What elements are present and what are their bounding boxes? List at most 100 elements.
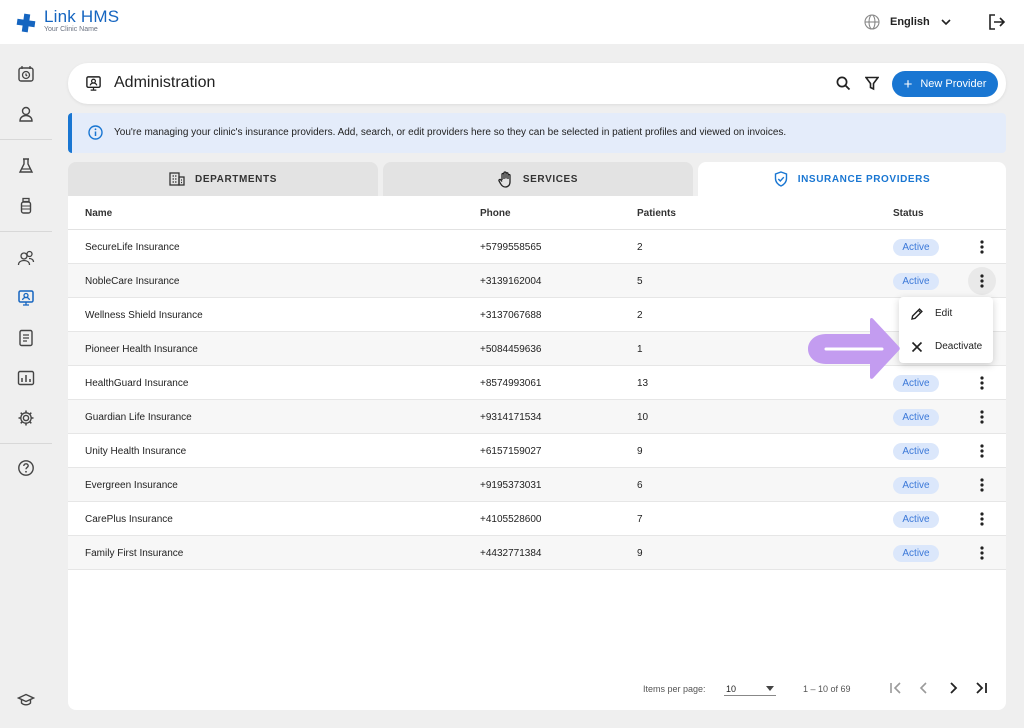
tab-departments[interactable]: DEPARTMENTS	[68, 162, 378, 196]
column-header-status[interactable]: Status	[893, 208, 924, 219]
chevron-right-icon	[950, 682, 958, 694]
pencil-icon	[911, 307, 923, 320]
pagination-range: 1 – 10 of 69	[803, 684, 851, 694]
table-row[interactable]: Unity Health Insurance +6157159027 9 Active	[68, 434, 1006, 468]
sidebar-divider	[0, 443, 52, 444]
items-per-page-value: 10	[726, 684, 737, 694]
tab-insurance-providers-label: INSURANCE PROVIDERS	[797, 173, 931, 185]
new-provider-label: New Provider	[920, 78, 987, 90]
info-banner-text: You're managing your clinic's insurance …	[114, 127, 787, 138]
close-x-icon	[911, 341, 923, 352]
items-per-page-select[interactable]: 10	[724, 680, 776, 696]
row-actions-button[interactable]	[968, 539, 996, 567]
sidebar-item-administration[interactable]	[8, 280, 44, 316]
cell-name: Unity Health Insurance	[85, 446, 187, 457]
more-vertical-icon	[980, 240, 984, 254]
cell-name: SecureLife Insurance	[85, 242, 180, 253]
sidebar-divider	[0, 231, 52, 232]
column-header-phone[interactable]: Phone	[480, 208, 511, 219]
sidebar-item-help[interactable]	[8, 450, 44, 486]
reports-chart-icon	[17, 370, 35, 386]
row-actions-button[interactable]	[968, 233, 996, 261]
building-icon	[169, 172, 185, 186]
help-icon	[18, 460, 34, 476]
cell-phone: +9314171534	[480, 412, 542, 423]
row-actions-button[interactable]	[968, 437, 996, 465]
sidebar-item-billing[interactable]	[8, 320, 44, 356]
column-header-patients[interactable]: Patients	[637, 208, 676, 219]
language-selector[interactable]: English	[864, 14, 952, 30]
filter-icon	[864, 76, 880, 91]
page-title: Administration	[114, 74, 216, 91]
sidebar-item-settings[interactable]	[8, 400, 44, 436]
billing-document-icon	[19, 329, 33, 347]
row-actions-button[interactable]	[968, 505, 996, 533]
sidebar-item-training[interactable]	[8, 682, 44, 718]
training-cap-icon	[17, 693, 35, 706]
table-row[interactable]: CarePlus Insurance +4105528600 7 Active	[68, 502, 1006, 536]
dropdown-caret-icon	[766, 686, 774, 691]
hand-icon	[498, 170, 511, 188]
sidebar-item-pharmacy[interactable]	[8, 188, 44, 224]
page-header: Administration + New Provider	[68, 63, 1006, 104]
tab-departments-label: DEPARTMENTS	[195, 173, 277, 185]
cell-name: Evergreen Insurance	[85, 480, 178, 491]
table-row[interactable]: Family First Insurance +4432771384 9 Active	[68, 536, 1006, 570]
medical-cross-icon	[16, 13, 36, 33]
row-actions-menu: Edit Deactivate	[899, 297, 993, 363]
cell-patients: 9	[637, 446, 643, 457]
cell-phone: +8574993061	[480, 378, 542, 389]
cell-patients: 1	[637, 344, 643, 355]
table-row[interactable]: Guardian Life Insurance +9314171534 10 Acti…	[68, 400, 1006, 434]
top-bar: Link HMS Your Clinic Name English	[0, 0, 1024, 44]
more-vertical-icon	[980, 376, 984, 390]
brand-logo[interactable]: Link HMS Your Clinic Name	[16, 8, 119, 33]
menu-item-edit[interactable]: Edit	[899, 297, 993, 330]
tab-insurance-providers[interactable]: INSURANCE PROVIDERS	[698, 162, 1006, 196]
row-actions-button[interactable]	[968, 369, 996, 397]
row-actions-button[interactable]	[968, 267, 996, 295]
row-actions-button[interactable]	[968, 471, 996, 499]
last-page-button[interactable]	[973, 680, 989, 696]
first-page-button[interactable]	[888, 680, 904, 696]
menu-item-deactivate-label: Deactivate	[935, 341, 983, 352]
pagination: Items per page: 10 1 – 10 of 69	[68, 676, 1006, 700]
more-vertical-icon	[980, 478, 984, 492]
status-badge: Active	[893, 239, 939, 256]
sidebar-item-staff[interactable]	[8, 240, 44, 276]
logout-button[interactable]	[988, 14, 1006, 35]
tab-services[interactable]: SERVICES	[383, 162, 693, 196]
sidebar-item-appointments[interactable]	[8, 56, 44, 92]
sidebar-item-reports[interactable]	[8, 360, 44, 396]
status-badge: Active	[893, 409, 939, 426]
cell-patients: 10	[637, 412, 649, 423]
cell-phone: +4105528600	[480, 514, 542, 525]
users-icon	[17, 250, 35, 266]
cell-name: Pioneer Health Insurance	[85, 344, 198, 355]
administration-icon	[86, 76, 101, 91]
previous-page-button[interactable]	[916, 680, 932, 696]
first-page-icon	[890, 682, 901, 694]
new-provider-button[interactable]: + New Provider	[892, 71, 998, 97]
filter-button[interactable]	[864, 76, 880, 96]
row-actions-button[interactable]	[968, 403, 996, 431]
next-page-button[interactable]	[945, 680, 961, 696]
lab-flask-icon	[18, 158, 34, 173]
search-button[interactable]	[836, 76, 851, 96]
sidebar	[0, 44, 52, 728]
cell-phone: +6157159027	[480, 446, 542, 457]
cell-patients: 2	[637, 310, 643, 321]
cell-phone: +5084459636	[480, 344, 542, 355]
cell-name: Wellness Shield Insurance	[85, 310, 203, 321]
info-icon	[88, 125, 103, 140]
table-row[interactable]: SecureLife Insurance +5799558565 2 Active	[68, 230, 1006, 264]
table-row[interactable]: NobleCare Insurance +3139162004 5 Active	[68, 264, 1006, 298]
table-row[interactable]: Evergreen Insurance +9195373031 6 Active	[68, 468, 1006, 502]
column-header-name[interactable]: Name	[85, 208, 112, 219]
more-vertical-icon	[980, 444, 984, 458]
menu-item-deactivate[interactable]: Deactivate	[899, 330, 993, 363]
cell-phone: +5799558565	[480, 242, 542, 253]
status-badge: Active	[893, 545, 939, 562]
sidebar-item-lab[interactable]	[8, 148, 44, 184]
sidebar-item-patients[interactable]	[8, 96, 44, 132]
